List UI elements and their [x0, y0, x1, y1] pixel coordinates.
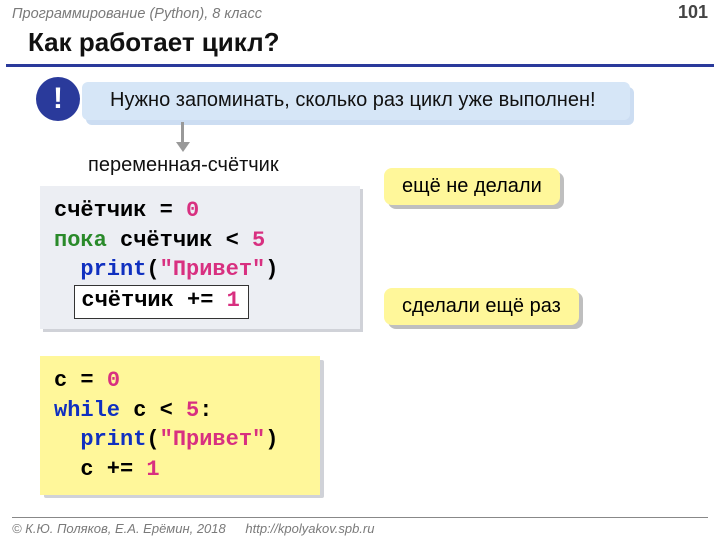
py-line-4: c += 1	[54, 455, 306, 485]
pseudocode-block: счётчик = 0 пока счётчик < 5 print("Прив…	[40, 186, 360, 329]
exclamation-badge: !	[36, 77, 80, 121]
notice-row: Нужно запоминать, сколько раз цикл уже в…	[40, 79, 720, 129]
pseudo-line-2: пока счётчик < 5	[54, 226, 346, 256]
python-block: c = 0 while c < 5: print("Привет") c += …	[40, 356, 320, 495]
notice-text: Нужно запоминать, сколько раз цикл уже в…	[110, 89, 596, 112]
footer-url: http://kpolyakov.spb.ru	[245, 521, 374, 536]
counter-variable-label: переменная-счётчик	[88, 154, 279, 177]
notice-pill: Нужно запоминать, сколько раз цикл уже в…	[82, 82, 630, 120]
arrow-down-icon	[176, 122, 188, 152]
footer-copyright: © К.Ю. Поляков, Е.А. Ерёмин, 2018	[12, 521, 226, 536]
pseudo-line-3: print("Привет")	[54, 255, 346, 285]
pseudo-line-1: счётчик = 0	[54, 196, 346, 226]
py-line-2: while c < 5:	[54, 396, 306, 426]
course-label: Программирование (Python), 8 класс	[12, 6, 262, 22]
page-number: 101	[678, 2, 708, 23]
callout-not-yet: ещё не делали	[384, 168, 560, 205]
pseudo-line-4: счётчик += 1	[54, 285, 346, 319]
title-underline	[6, 64, 714, 67]
py-line-3: print("Привет")	[54, 425, 306, 455]
slide-title: Как работает цикл?	[28, 27, 720, 58]
py-line-1: c = 0	[54, 366, 306, 396]
footer: © К.Ю. Поляков, Е.А. Ерёмин, 2018 http:/…	[12, 517, 708, 536]
callout-did-once: сделали ещё раз	[384, 288, 579, 325]
